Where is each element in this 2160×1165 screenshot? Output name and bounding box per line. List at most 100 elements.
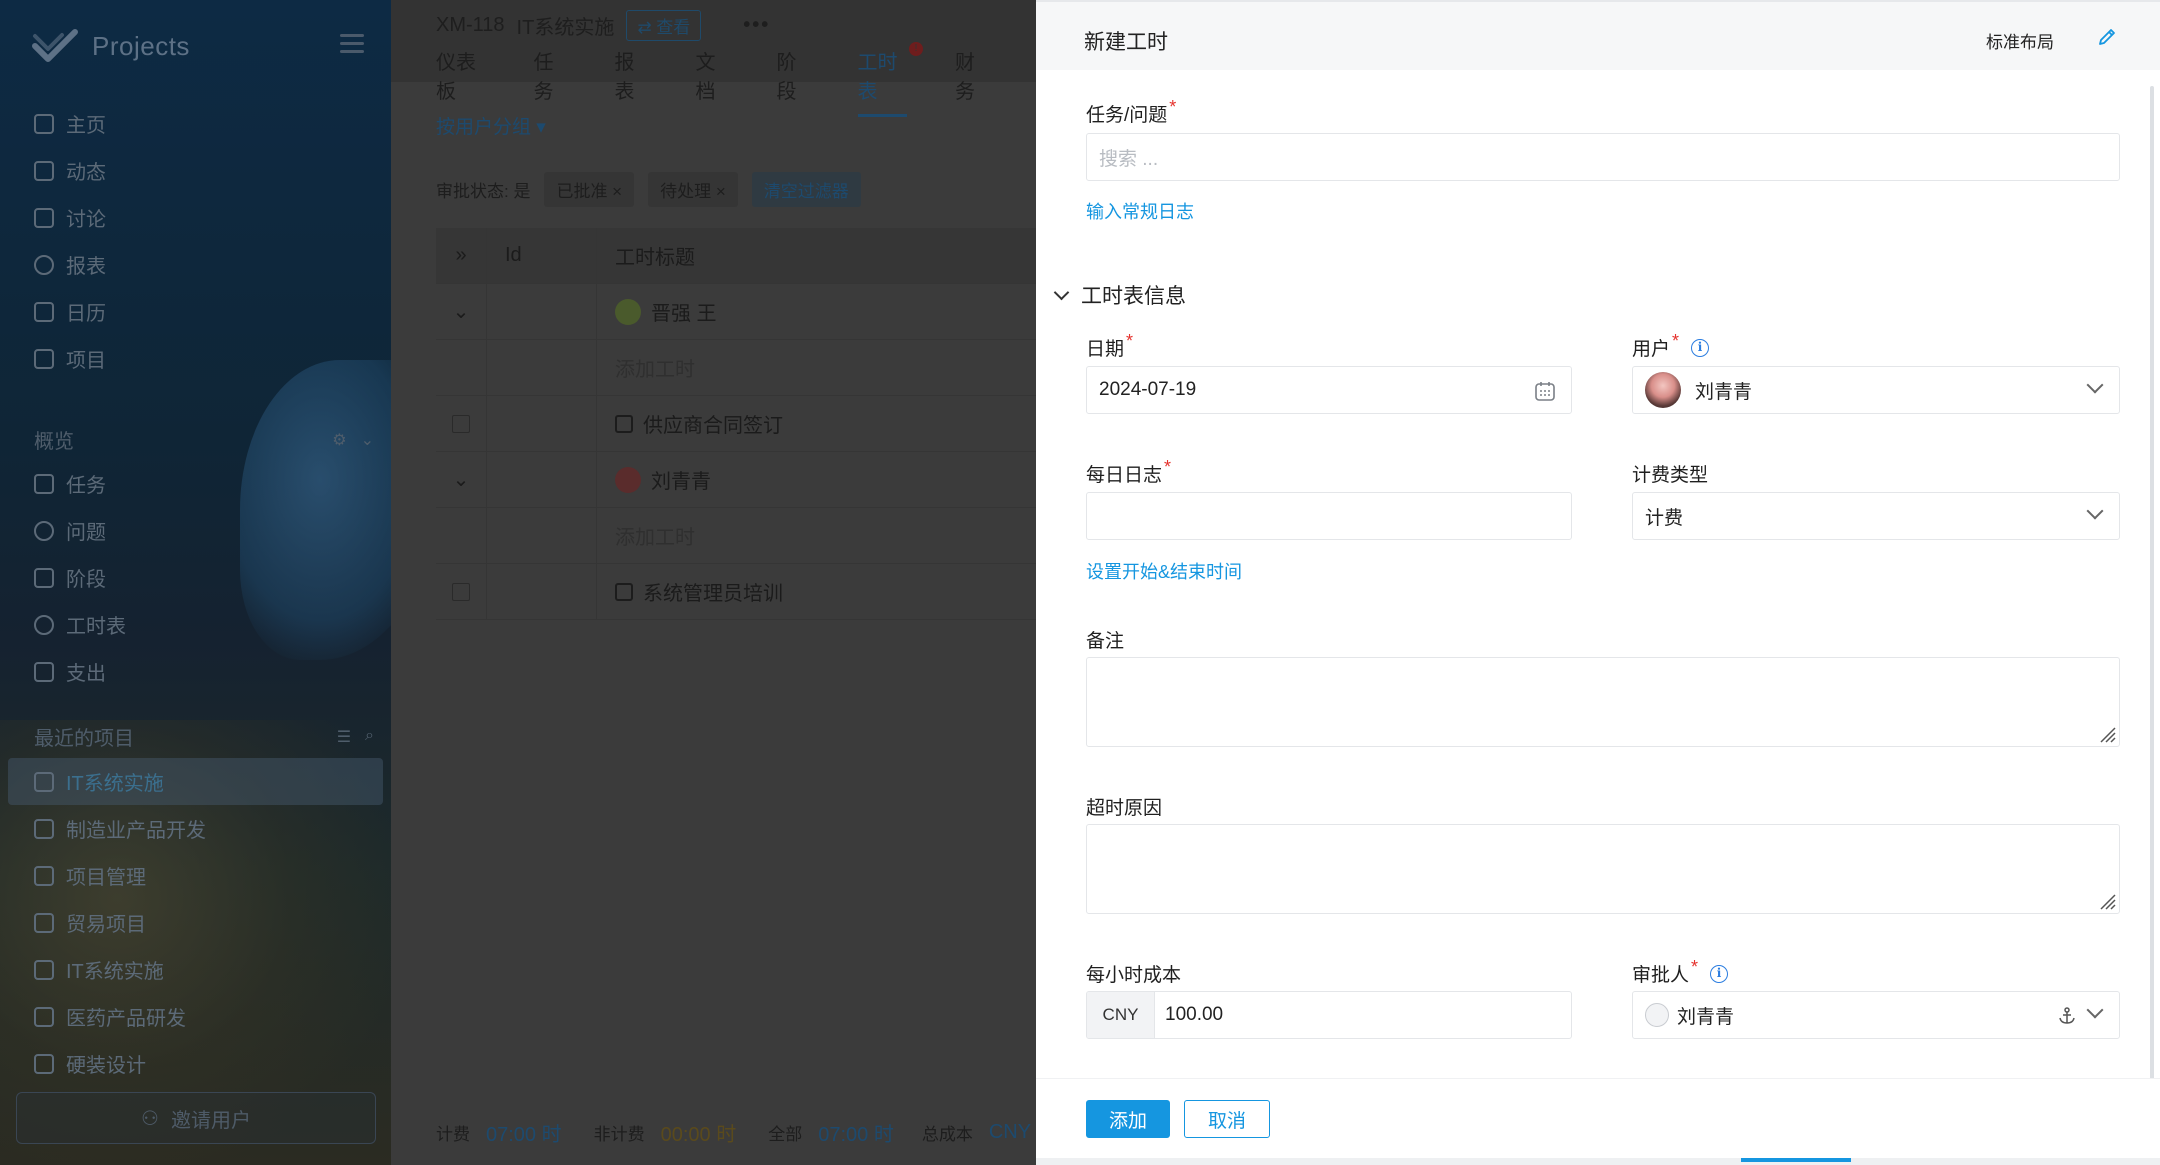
briefcase-icon: [34, 959, 54, 980]
column-header-title[interactable]: 工时标题: [596, 228, 1036, 283]
user-select[interactable]: 刘青青: [1632, 366, 2120, 414]
hourly-cost-input[interactable]: CNY 100.00: [1086, 991, 1572, 1039]
recent-project-item[interactable]: 医药产品研发: [0, 993, 391, 1040]
group-by-dropdown[interactable]: 按用户分组 ▾: [436, 112, 546, 139]
filter-chip[interactable]: 已批准 ×: [544, 172, 635, 207]
menu-toggle-icon[interactable]: [340, 34, 364, 54]
settings-icon[interactable]: ⚙: [332, 430, 346, 450]
sidebar-item-reports[interactable]: 报表: [0, 241, 391, 288]
sidebar-item-issues[interactable]: 问题: [0, 507, 391, 554]
required-mark: *: [1164, 457, 1172, 477]
progress-indicator: [1741, 1158, 1851, 1162]
task-icon: [615, 582, 633, 601]
report-icon: [34, 254, 54, 275]
resize-handle-icon[interactable]: [2097, 891, 2117, 911]
briefcase-icon: [34, 865, 54, 886]
more-icon[interactable]: •••: [743, 14, 770, 37]
sidebar-item-timesheets[interactable]: 工时表: [0, 601, 391, 648]
tab-phases[interactable]: 阶段: [777, 46, 810, 117]
primary-nav: 主页 动态 讨论 报表 日历 项目: [0, 100, 391, 382]
recent-project-item[interactable]: 项目管理: [0, 852, 391, 899]
clear-filters-button[interactable]: 清空过滤器: [751, 172, 861, 207]
calendar-icon[interactable]: [1533, 379, 1557, 403]
regular-log-link[interactable]: 输入常规日志: [1086, 198, 1194, 224]
scrollbar[interactable]: [2150, 86, 2154, 1126]
sidebar-item-discussions[interactable]: 讨论: [0, 194, 391, 241]
sidebar-item-phases[interactable]: 阶段: [0, 554, 391, 601]
sidebar: Projects 主页 动态 讨论 报表 日历 项目 概览 ⚙ ⌄ 任务 问题 阶…: [0, 0, 391, 1165]
info-icon[interactable]: i: [1710, 964, 1729, 983]
table-row[interactable]: 系统管理员培训: [436, 564, 1036, 620]
add-timesheet-placeholder[interactable]: 添加工时: [596, 508, 1036, 563]
sidebar-item-tasks[interactable]: 任务: [0, 460, 391, 507]
tab-tasks[interactable]: 任务: [534, 46, 567, 117]
chevron-down-icon: [2086, 502, 2104, 520]
set-start-end-time-link[interactable]: 设置开始&结束时间: [1086, 558, 1242, 584]
recent-project-item[interactable]: 制造业产品开发: [0, 805, 391, 852]
anchor-icon[interactable]: [2057, 1006, 2077, 1026]
view-toggle-button[interactable]: ⇄ 查看: [626, 10, 702, 41]
recent-project-item[interactable]: IT系统实施: [0, 946, 391, 993]
table-row[interactable]: 添加工时: [436, 340, 1036, 396]
chevron-down-icon[interactable]: ⌄: [436, 467, 486, 492]
filter-icon[interactable]: ☰: [337, 727, 351, 747]
sidebar-item-home[interactable]: 主页: [0, 100, 391, 147]
summary-bar: 计费 07:00 时 非计费 00:00 时 全部 07:00 时 总成本 CN…: [436, 1118, 1031, 1147]
add-button[interactable]: 添加: [1086, 1100, 1170, 1138]
sidebar-item-expenses[interactable]: 支出: [0, 648, 391, 695]
sidebar-item-label: 任务: [66, 475, 106, 497]
recent-project-item[interactable]: IT系统实施: [8, 758, 383, 805]
sidebar-item-projects[interactable]: 项目: [0, 335, 391, 382]
chevron-down-icon[interactable]: ⌄: [361, 430, 374, 450]
expand-all-icon[interactable]: »: [436, 244, 486, 267]
sidebar-item-label: 主页: [66, 115, 106, 137]
pencil-icon[interactable]: [2096, 26, 2118, 48]
info-icon[interactable]: i: [1691, 338, 1710, 357]
notes-textarea[interactable]: [1086, 657, 2120, 747]
date-value: 2024-07-19: [1099, 379, 1197, 400]
table-row[interactable]: 添加工时: [436, 508, 1036, 564]
timesheet-info-section[interactable]: 工时表信息: [1053, 280, 1186, 310]
layout-selector[interactable]: 标准布局: [1986, 28, 2054, 53]
cancel-button[interactable]: 取消: [1184, 1100, 1270, 1138]
sidebar-item-label: 报表: [66, 256, 106, 278]
sidebar-item-feed[interactable]: 动态: [0, 147, 391, 194]
chevron-down-icon[interactable]: ⌄: [436, 299, 486, 324]
date-field-label: 日期 *: [1086, 331, 1133, 361]
sidebar-item-calendar[interactable]: 日历: [0, 288, 391, 335]
label-text: 计费类型: [1632, 465, 1709, 486]
tab-dashboard[interactable]: 仪表板: [436, 46, 486, 117]
tab-documents[interactable]: 文档: [696, 46, 729, 117]
approver-select[interactable]: 刘青青: [1632, 991, 2120, 1039]
overview-section-header[interactable]: 概览 ⚙ ⌄: [34, 425, 374, 454]
briefcase-icon: [34, 818, 54, 839]
table-row[interactable]: 供应商合同签订: [436, 396, 1036, 452]
briefcase-icon: [34, 1006, 54, 1027]
tab-timesheets[interactable]: 工时表!: [857, 42, 923, 117]
search-icon[interactable]: ⌕: [365, 727, 374, 747]
billing-type-select[interactable]: 计费: [1632, 492, 2120, 540]
row-checkbox[interactable]: [452, 414, 470, 433]
chip-label: 待处理: [660, 182, 712, 201]
resize-handle-icon[interactable]: [2097, 724, 2117, 744]
task-search-input[interactable]: 搜索 ...: [1086, 133, 2120, 181]
add-timesheet-placeholder[interactable]: 添加工时: [596, 340, 1036, 395]
table-row[interactable]: ⌄ 晋强 王: [436, 284, 1036, 340]
recent-project-item[interactable]: 硬装设计: [0, 1040, 391, 1087]
tab-finance[interactable]: 财务: [955, 46, 988, 117]
recent-project-item[interactable]: 贸易项目: [0, 899, 391, 946]
column-header-id[interactable]: Id: [486, 228, 596, 283]
table-row[interactable]: ⌄ 刘青青: [436, 452, 1036, 508]
invite-user-button[interactable]: ⚇ 邀请用户: [16, 1092, 376, 1144]
sidebar-item-label: 制造业产品开发: [66, 820, 206, 842]
approver-field-label: 审批人 * i: [1632, 957, 1729, 987]
row-checkbox[interactable]: [452, 582, 470, 601]
total-label: 全部: [768, 1125, 803, 1144]
user-value: 刘青青: [1695, 381, 1753, 403]
overtime-reason-textarea[interactable]: [1086, 824, 2120, 914]
date-input[interactable]: 2024-07-19: [1086, 366, 1572, 414]
daily-log-input[interactable]: [1086, 492, 1572, 540]
tab-reports[interactable]: 报表: [615, 46, 648, 117]
brand[interactable]: Projects: [32, 26, 190, 66]
filter-chip[interactable]: 待处理 ×: [648, 172, 738, 207]
